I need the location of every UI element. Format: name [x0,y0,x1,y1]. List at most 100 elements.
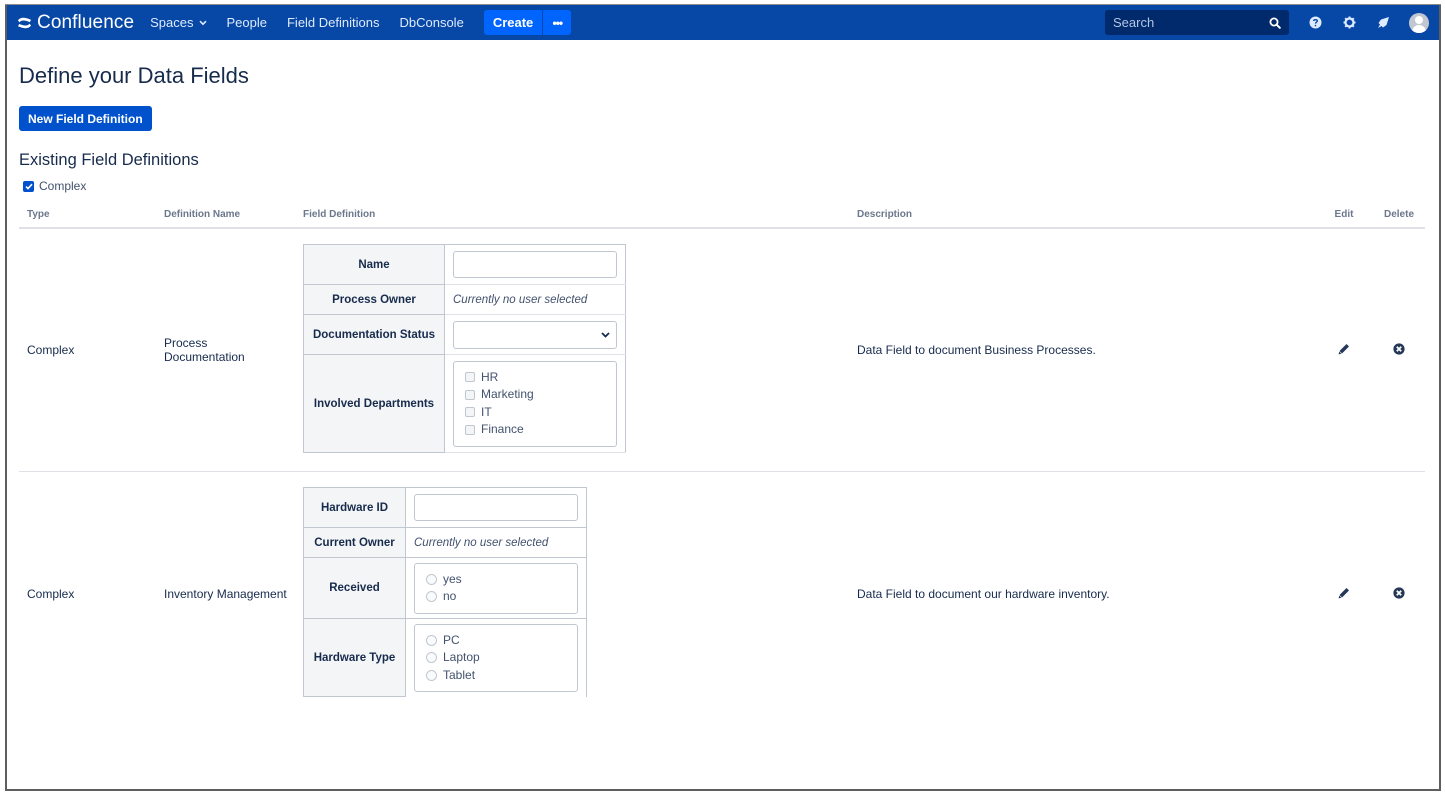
departments-checkbox-group: HR Marketing IT Finance [453,360,617,447]
header-delete: Delete [1373,204,1425,229]
header-type[interactable]: Type [19,204,156,229]
checkbox-checked-icon[interactable] [23,180,34,192]
edit-cell [1315,228,1373,472]
chevron-down-icon [601,331,610,338]
settings-button[interactable] [1341,15,1357,31]
radio-icon[interactable] [426,669,437,681]
field-definition-preview: Hardware ID Current Owner Currently no u… [303,487,587,697]
option-label: Tablet [443,667,476,682]
close-circle-icon [1393,586,1405,599]
table-row: Complex Process Documentation Name Proce… [19,228,1425,472]
hardware-type-radio-group: PC Laptop Tablet [414,623,578,692]
main-content: Define your Data Fields New Field Defini… [7,61,1439,715]
header-edit: Edit [1315,204,1373,229]
field-row: Process Owner Currently no user selected [303,284,626,315]
row-definition-name: Process Documentation [156,228,295,472]
field-row: Hardware Type PC Laptop Tablet [303,618,587,697]
pencil-icon [1338,587,1349,598]
radio-icon[interactable] [426,634,437,646]
radio-option[interactable]: PC [426,633,566,649]
close-circle-icon [1393,343,1405,355]
field-row: Documentation Status [303,314,626,355]
field-label: Documentation Status [303,314,445,355]
complex-filter-label: Complex [39,179,87,193]
header-description[interactable]: Description [849,204,1315,229]
help-icon [1309,16,1321,29]
nav-field-definitions[interactable]: Field Definitions [287,15,380,30]
field-label: Received [303,557,406,619]
radio-option[interactable]: Laptop [426,650,566,666]
nav-spaces-label: Spaces [150,15,194,30]
field-row: Hardware ID [303,487,587,528]
option-label: PC [443,632,460,647]
field-row: Name [303,244,626,285]
row-description: Data Field to document Business Processe… [849,228,1315,472]
user-picker-placeholder[interactable]: Currently no user selected [453,294,587,306]
section-title: Existing Field Definitions [19,151,199,169]
new-field-definition-button[interactable]: New Field Definition [19,106,152,131]
field-row: Received yes no [303,557,587,619]
option-label: IT [481,404,492,419]
documentation-status-select[interactable] [453,320,617,349]
user-picker-placeholder[interactable]: Currently no user selected [414,537,548,549]
header-definition-name[interactable]: Definition Name [156,204,295,229]
radio-icon[interactable] [426,591,437,603]
nav-right-tools [1105,5,1429,40]
field-label: Hardware ID [303,487,406,528]
radio-option[interactable]: no [426,589,566,605]
checkbox-icon[interactable] [465,372,475,383]
search-icon[interactable] [1269,17,1281,29]
complex-filter-checkbox[interactable]: Complex [23,179,1425,193]
notifications-button[interactable] [1375,15,1391,31]
page-title: Define your Data Fields [19,63,249,88]
radio-option[interactable]: Tablet [426,668,566,684]
delete-cell [1373,472,1425,716]
radio-icon[interactable] [426,573,437,585]
checkbox-icon[interactable] [465,407,475,418]
search-box[interactable] [1105,10,1289,35]
table-header-row: Type Definition Name Field Definition De… [19,204,1425,229]
nav-spaces[interactable]: Spaces [150,15,207,30]
avatar[interactable] [1409,12,1429,33]
create-button[interactable]: Create [483,10,543,35]
edit-button[interactable] [1337,586,1351,600]
checkbox-option[interactable]: Finance [465,422,605,438]
checkbox-icon[interactable] [465,424,475,435]
search-input[interactable] [1113,15,1253,30]
row-field-definition: Name Process Owner Currently no user sel… [295,228,849,472]
help-button[interactable] [1307,15,1323,31]
more-options-button[interactable]: ••• [542,10,572,35]
row-type: Complex [27,586,75,601]
row-field-definition: Hardware ID Current Owner Currently no u… [295,472,849,716]
delete-button[interactable] [1392,342,1406,356]
header-field-definition[interactable]: Field Definition [295,204,849,229]
checkbox-option[interactable]: HR [465,370,605,386]
radio-icon[interactable] [426,652,437,664]
delete-button[interactable] [1392,586,1406,600]
field-definition-preview: Name Process Owner Currently no user sel… [303,244,626,453]
table-row: Complex Inventory Management Hardware ID… [19,472,1425,716]
option-label: Marketing [481,387,534,401]
nav-dbconsole[interactable]: DbConsole [399,15,463,30]
edit-button[interactable] [1337,342,1351,356]
radio-option[interactable]: yes [426,572,566,588]
confluence-logo[interactable]: Confluence [17,12,134,34]
notifications-icon [1377,17,1389,28]
confluence-logo-icon [17,17,32,28]
nav-people-label: People [226,15,267,30]
checkbox-option[interactable]: Marketing [465,387,605,403]
option-label: yes [443,571,462,586]
checkbox-option[interactable]: IT [465,405,605,421]
nav-people[interactable]: People [227,15,267,30]
row-description: Data Field to document our hardware inve… [857,586,1110,601]
checkbox-icon[interactable] [465,389,475,400]
option-label: Laptop [443,650,480,664]
row-type: Complex [19,228,156,472]
hardware-id-input[interactable] [414,494,578,521]
nav-field-definitions-label: Field Definitions [286,15,380,30]
field-label: Current Owner [303,527,406,558]
brand-name: Confluence [37,11,135,33]
top-navigation: Confluence Spaces People Field Definitio… [7,5,1439,40]
pencil-icon [1338,344,1349,355]
name-text-input[interactable] [453,251,617,278]
